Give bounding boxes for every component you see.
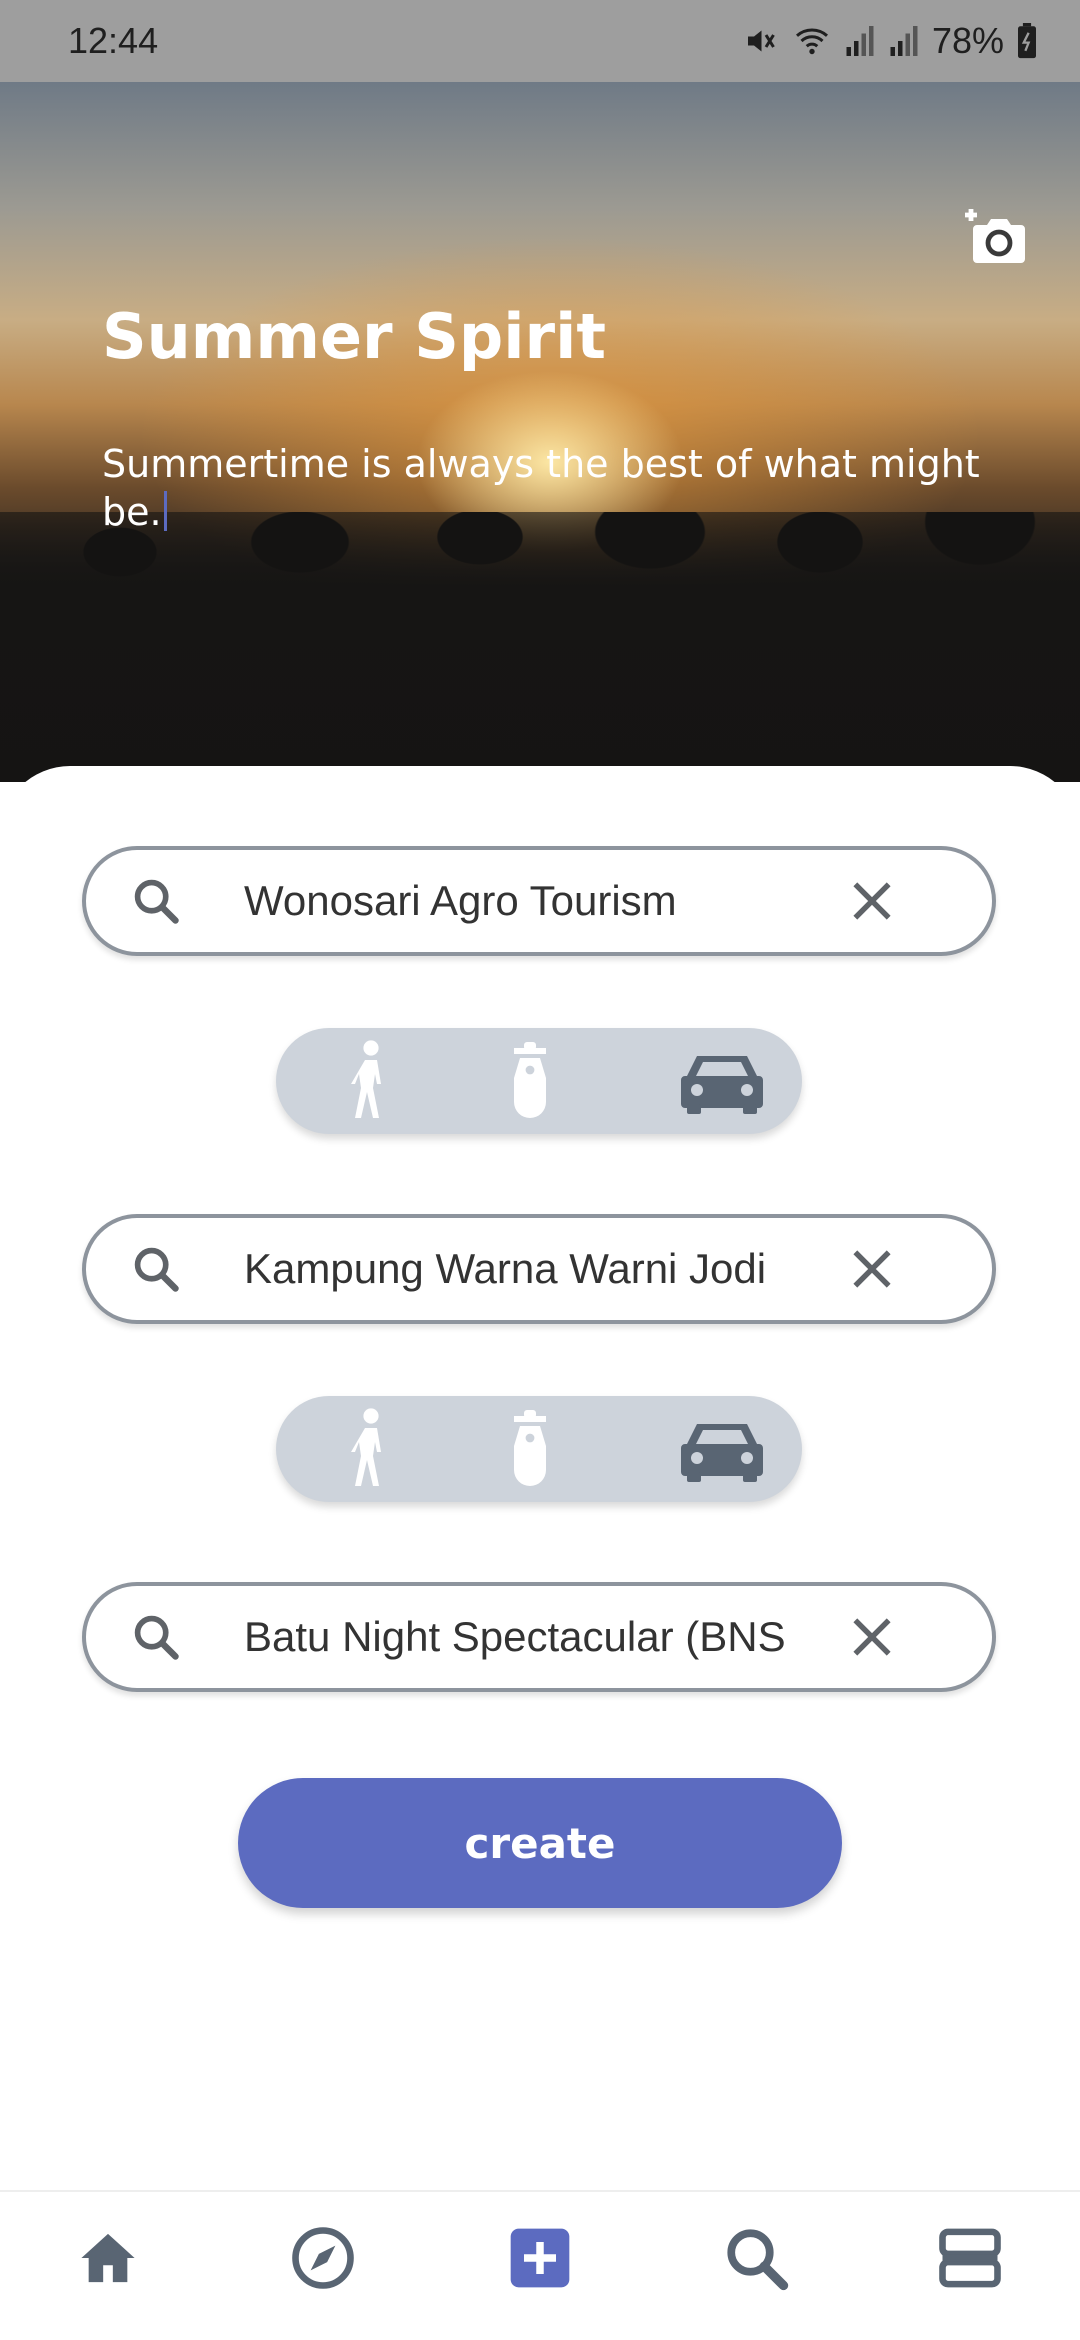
car-mode-button[interactable] (672, 1396, 772, 1502)
status-bar: 12:44 78% (0, 0, 1080, 82)
search-icon (134, 1615, 179, 1660)
clear-icon[interactable] (847, 876, 897, 926)
destination-value: Batu Night Spectacular (BNS (244, 1613, 786, 1660)
scooter-mode-button[interactable] (490, 1028, 570, 1134)
clear-icon[interactable] (847, 1244, 897, 1294)
walk-mode-button[interactable] (330, 1028, 410, 1134)
car-icon (681, 1424, 763, 1482)
destination-field-2[interactable]: Kampung Warna Warni Jodi (82, 1214, 996, 1324)
text-cursor (163, 491, 167, 531)
walk-icon (351, 1040, 381, 1118)
scooter-mode-button[interactable] (490, 1396, 570, 1502)
nav-explore[interactable] (283, 2218, 363, 2298)
home-icon (81, 2233, 135, 2283)
battery-percent: 78% (931, 20, 1004, 61)
add-icon (510, 2228, 570, 2288)
hero-image (0, 82, 1080, 782)
bottom-nav (0, 2190, 1080, 2340)
status-icons: 78% (740, 20, 1038, 62)
trips-icon (939, 2228, 1001, 2288)
scooter-icon (514, 1410, 546, 1486)
trip-description-input[interactable]: Summertime is always the best of what mi… (102, 440, 982, 536)
car-mode-button[interactable] (672, 1028, 772, 1134)
signal-icon (890, 26, 918, 56)
destination-value: Kampung Warna Warni Jodi (244, 1245, 767, 1292)
explore-icon (292, 2227, 354, 2289)
create-button[interactable]: create (238, 1778, 842, 1908)
destination-field-3[interactable]: Batu Night Spectacular (BNS (82, 1582, 996, 1692)
nav-search[interactable] (716, 2218, 796, 2298)
clear-icon[interactable] (847, 1612, 897, 1662)
wifi-icon (795, 28, 828, 55)
destination-value: Wonosari Agro Tourism (244, 877, 677, 924)
mute-icon (747, 30, 775, 52)
nav-home[interactable] (68, 2218, 148, 2298)
scooter-icon (514, 1042, 546, 1118)
walk-icon (351, 1408, 381, 1486)
destination-field-1[interactable]: Wonosari Agro Tourism (82, 846, 996, 956)
battery-icon (1018, 23, 1036, 59)
search-icon (727, 2229, 789, 2291)
add-photo-button[interactable] (958, 200, 1030, 272)
transport-mode-selector-1 (276, 1028, 802, 1134)
search-icon (134, 1247, 179, 1292)
car-icon (681, 1056, 763, 1114)
nav-add[interactable] (500, 2218, 580, 2298)
status-time: 12:44 (68, 20, 159, 61)
search-icon (134, 879, 179, 924)
trip-description: Summertime is always the best of what mi… (102, 442, 980, 534)
transport-mode-selector-2 (276, 1396, 802, 1502)
add-photo-icon (965, 209, 1025, 263)
trip-title[interactable]: Summer Spirit (102, 300, 982, 373)
route-card: Wonosari Agro Tourism Kampung Warna Warn… (0, 766, 1080, 2190)
hero-silhouette (0, 512, 1080, 782)
walk-mode-button[interactable] (330, 1396, 410, 1502)
screen: 12:44 78% Summer Spirit Summertime is al… (0, 0, 1080, 2340)
nav-trips[interactable] (930, 2218, 1010, 2298)
signal-icon (846, 26, 874, 56)
